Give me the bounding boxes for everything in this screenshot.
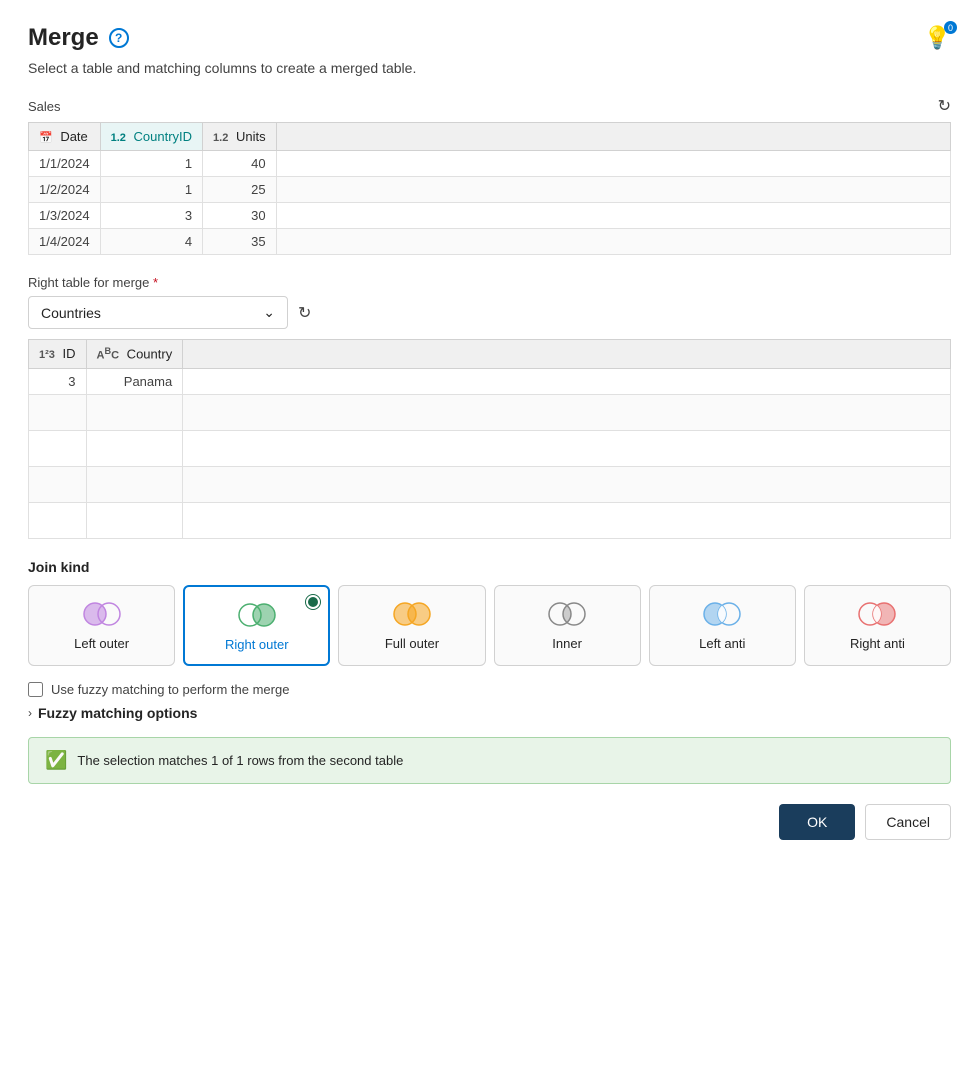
empty-row <box>29 502 951 538</box>
sales-refresh-icon[interactable]: ↻ <box>938 96 951 116</box>
inner-label: Inner <box>552 636 582 651</box>
fuzzy-options-row[interactable]: › Fuzzy matching options <box>28 705 951 721</box>
notification-badge: 0 <box>944 21 957 34</box>
join-card-left-anti[interactable]: Left anti <box>649 585 796 666</box>
join-card-left-outer[interactable]: Left outer <box>28 585 175 666</box>
left-anti-icon <box>698 600 746 628</box>
page-title: Merge <box>28 24 99 52</box>
lightbulb-container: 💡 0 <box>924 25 951 51</box>
sales-col-countryid[interactable]: 1.2 CountryID <box>100 123 202 151</box>
left-outer-label: Left outer <box>74 636 129 651</box>
cancel-button[interactable]: Cancel <box>865 804 951 840</box>
left-anti-label: Left anti <box>699 636 745 651</box>
sales-label: Sales <box>28 99 61 114</box>
title-area: Merge ? <box>28 24 129 52</box>
countries-col-id[interactable]: 1²3 ID <box>29 340 87 369</box>
chevron-right-icon: › <box>28 706 32 720</box>
right-outer-label: Right outer <box>225 637 289 652</box>
table-row: 1/4/2024435 <box>29 229 951 255</box>
full-outer-icon <box>388 600 436 628</box>
table-row: 1/1/2024140 <box>29 151 951 177</box>
table-row: 1/2/2024125 <box>29 177 951 203</box>
join-card-right-outer[interactable]: Right outer <box>183 585 330 666</box>
inner-icon <box>543 600 591 628</box>
sales-section-header: Sales ↻ <box>28 96 951 116</box>
ok-button[interactable]: OK <box>779 804 855 840</box>
success-banner: ✅ The selection matches 1 of 1 rows from… <box>28 737 951 784</box>
join-card-full-outer[interactable]: Full outer <box>338 585 485 666</box>
empty-row <box>29 466 951 502</box>
help-icon[interactable]: ? <box>109 28 129 48</box>
join-card-right-anti[interactable]: Right anti <box>804 585 951 666</box>
bottom-buttons: OK Cancel <box>28 804 951 840</box>
right-anti-icon <box>853 600 901 628</box>
fuzzy-options-label: Fuzzy matching options <box>38 705 197 721</box>
right-table-dropdown[interactable]: Countries ⌄ <box>28 296 288 329</box>
countries-table: 1²3 ID ABC Country 3 Panama <box>28 339 951 539</box>
join-kind-label: Join kind <box>28 559 951 575</box>
fuzzy-checkbox[interactable] <box>28 682 43 697</box>
right-table-refresh-icon[interactable]: ↻ <box>298 303 311 323</box>
subtitle: Select a table and matching columns to c… <box>28 60 951 76</box>
right-anti-label: Right anti <box>850 636 905 651</box>
required-indicator: * <box>153 275 158 290</box>
dropdown-value: Countries <box>41 305 101 321</box>
success-icon: ✅ <box>45 750 67 771</box>
right-outer-icon <box>233 601 281 629</box>
right-table-label: Right table for merge * <box>28 275 951 290</box>
selected-indicator <box>306 595 320 609</box>
full-outer-label: Full outer <box>385 636 439 651</box>
sales-col-date[interactable]: 📅 Date <box>29 123 101 151</box>
header: Merge ? 💡 0 <box>28 24 951 52</box>
empty-row <box>29 394 951 430</box>
table-row: 3 Panama <box>29 368 951 394</box>
right-table-dropdown-row: Countries ⌄ ↻ <box>28 296 951 329</box>
sales-table: 📅 Date 1.2 CountryID 1.2 Units 1/1/20241… <box>28 122 951 255</box>
countries-col-empty <box>183 340 951 369</box>
fuzzy-checkbox-row: Use fuzzy matching to perform the merge <box>28 682 951 697</box>
chevron-down-icon: ⌄ <box>263 304 275 321</box>
sales-col-empty <box>276 123 950 151</box>
success-text: The selection matches 1 of 1 rows from t… <box>77 753 403 768</box>
join-card-inner[interactable]: Inner <box>494 585 641 666</box>
empty-row <box>29 430 951 466</box>
left-outer-icon <box>78 600 126 628</box>
countries-col-country[interactable]: ABC Country <box>86 340 183 369</box>
join-options-container: Left outer Right outer Full outer Inner <box>28 585 951 666</box>
fuzzy-checkbox-label[interactable]: Use fuzzy matching to perform the merge <box>51 682 289 697</box>
table-row: 1/3/2024330 <box>29 203 951 229</box>
sales-col-units[interactable]: 1.2 Units <box>203 123 277 151</box>
